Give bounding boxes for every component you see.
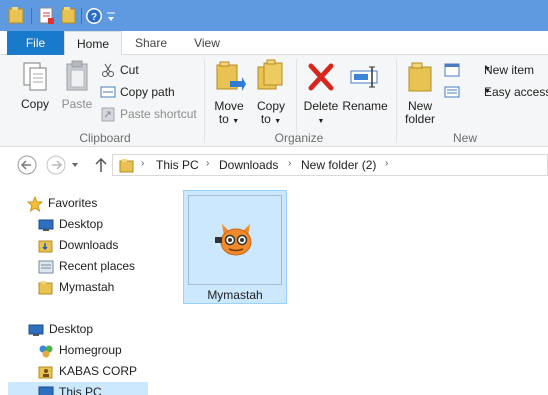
move-to-label-2: to ▼ [218, 112, 240, 126]
customize-qat-chevron-icon[interactable] [106, 6, 116, 26]
back-arrow-icon[interactable] [16, 154, 38, 176]
title-bar: ? [0, 0, 548, 31]
rename-label: Rename [342, 99, 388, 113]
delete-label: Delete ▼ [303, 99, 339, 126]
rename-button[interactable]: Rename [342, 59, 388, 113]
nav-label: Desktop [59, 217, 104, 231]
user-folder-icon [38, 366, 53, 379]
organize-group-label: Organize [274, 131, 324, 145]
tab-share[interactable]: Share [124, 31, 178, 55]
nav-item-kabas-corp[interactable]: KABAS CORP [0, 361, 148, 382]
copy-path-icon [100, 86, 116, 98]
nav-label: KABAS CORP [59, 364, 138, 378]
tab-home[interactable]: Home [64, 31, 122, 56]
nav-item-desktop[interactable]: Desktop [0, 214, 148, 235]
cut-label: Cut [120, 63, 139, 77]
copy-button[interactable]: Copy [16, 59, 54, 111]
ribbon: Copy Paste Cut Copy path Paste shortcut … [0, 55, 548, 147]
file-thumbnail-frame [188, 195, 282, 285]
delete-x-icon [308, 63, 334, 91]
paste-shortcut-label: Paste shortcut [120, 107, 197, 121]
nav-label: Homegroup [59, 343, 122, 357]
nav-item-recent-places[interactable]: Recent places [0, 256, 148, 277]
breadcrumb-new-folder-2[interactable]: New folder (2) [301, 158, 376, 172]
delete-button[interactable]: Delete ▼ [301, 59, 341, 128]
desktop-icon [38, 219, 54, 231]
tab-file[interactable]: File [7, 31, 64, 55]
breadcrumb-separator[interactable]: › [385, 158, 388, 169]
file-name: Mymastah [207, 288, 263, 302]
nav-item-desktop-root[interactable]: Desktop [0, 319, 148, 340]
homegroup-icon [39, 345, 53, 358]
star-icon [27, 196, 43, 212]
nav-label: Desktop [49, 322, 94, 336]
easy-access-button[interactable]: Easy access ▼ [444, 82, 548, 102]
help-icon[interactable]: ? [84, 6, 104, 26]
recent-locations-chevron-icon[interactable] [70, 154, 80, 176]
new-item-button[interactable]: New item ▼ [444, 60, 544, 80]
properties-icon[interactable] [38, 6, 56, 26]
nav-label: Recent places [59, 259, 136, 273]
ribbon-tabs: File Home Share View [0, 31, 548, 56]
cat-robot-icon [215, 224, 252, 256]
paste-label: Paste [61, 97, 93, 111]
nav-item-downloads[interactable]: Downloads [0, 235, 148, 256]
easy-access-icon [444, 86, 460, 98]
svg-text:?: ? [91, 12, 97, 23]
folder-icon [38, 281, 53, 295]
folder-icon [8, 7, 24, 24]
address-bar[interactable]: › This PC › Downloads › New folder (2) › [112, 154, 548, 176]
nav-label: Downloads [59, 238, 119, 252]
paste-shortcut-icon [101, 107, 115, 122]
new-folder-qat-icon[interactable] [60, 6, 78, 26]
new-folder-label-2: folder [404, 112, 436, 126]
nav-item-homegroup[interactable]: Homegroup [0, 340, 148, 361]
nav-item-this-pc[interactable]: This PC [8, 382, 148, 395]
scissors-icon [102, 63, 114, 77]
copy-to-button[interactable]: Copy to ▼ [252, 59, 290, 128]
paste-icon [66, 60, 88, 91]
copy-path-label: Copy path [120, 85, 175, 99]
file-item-mymastah[interactable]: Mymastah [183, 190, 287, 304]
forward-arrow-icon[interactable] [45, 154, 67, 176]
up-arrow-icon[interactable] [92, 154, 110, 176]
group-separator [396, 59, 397, 143]
new-item-icon [444, 63, 460, 77]
breadcrumb-downloads[interactable]: Downloads [219, 158, 278, 172]
this-pc-icon [38, 386, 54, 395]
navigation-pane: Favorites Desktop Downloads Recent place… [0, 183, 148, 395]
group-separator [204, 59, 205, 143]
paste-button[interactable]: Paste [58, 59, 96, 111]
downloads-folder-icon [38, 240, 53, 253]
breadcrumb-separator[interactable]: › [288, 158, 291, 169]
new-group-label: New [452, 131, 477, 145]
move-to-button[interactable]: Move to ▼ [210, 59, 248, 128]
copy-path-button[interactable]: Copy path [100, 82, 190, 102]
copy-icon [23, 62, 47, 91]
folder-icon [119, 159, 134, 173]
nav-label: Favorites [48, 196, 98, 210]
nav-item-favorites[interactable]: Favorites [0, 193, 148, 214]
nav-item-mymastah[interactable]: Mymastah [0, 277, 148, 298]
breadcrumb-separator[interactable]: › [206, 158, 209, 169]
clipboard-group-label: Clipboard [79, 131, 131, 145]
nav-label: Mymastah [59, 280, 115, 294]
new-folder-button[interactable]: New folder [400, 59, 440, 126]
breadcrumb-separator[interactable]: › [141, 158, 144, 169]
move-to-icon [216, 61, 246, 91]
nav-label: This PC [59, 385, 102, 395]
recent-places-icon [38, 260, 54, 274]
paste-shortcut-button[interactable]: Paste shortcut [100, 104, 200, 124]
desktop-icon [28, 324, 44, 336]
rename-icon [350, 66, 378, 88]
new-folder-icon [408, 62, 432, 92]
tab-view[interactable]: View [180, 31, 234, 55]
copy-to-label-2: to ▼ [260, 112, 282, 126]
breadcrumb-this-pc[interactable]: This PC [156, 158, 199, 172]
copy-to-icon [257, 59, 283, 90]
cut-button[interactable]: Cut [100, 60, 190, 80]
copy-label: Copy [20, 97, 49, 111]
